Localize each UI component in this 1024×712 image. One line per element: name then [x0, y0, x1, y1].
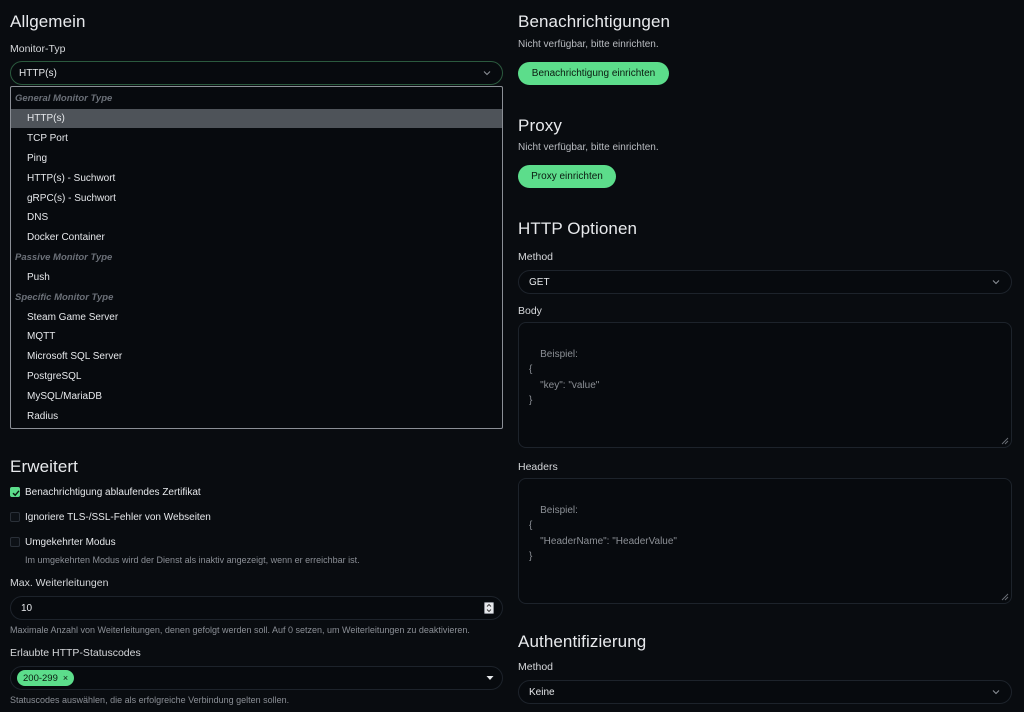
- http-options-heading: HTTP Optionen: [518, 219, 638, 238]
- http-method-value: GET: [529, 276, 550, 288]
- chevron-down-icon: [483, 71, 491, 76]
- dropdown-option[interactable]: Steam Game Server: [11, 307, 502, 327]
- max-redirects-label: Max. Weiterleitungen: [10, 577, 109, 589]
- http-method-select[interactable]: GET: [518, 270, 1012, 294]
- setup-proxy-button[interactable]: Proxy einrichten: [518, 165, 616, 188]
- dropdown-group-header: Specific Monitor Type: [15, 291, 114, 303]
- auth-method-label: Method: [518, 661, 554, 673]
- headers-placeholder: Beispiel: { "HeaderName": "HeaderValue" …: [529, 504, 677, 563]
- chevron-down-icon: [992, 690, 1000, 695]
- allgemein-heading: Allgemein: [10, 12, 86, 31]
- dropdown-option[interactable]: PostgreSQL: [11, 367, 502, 387]
- dropdown-option[interactable]: TCP Port: [11, 129, 502, 149]
- dropdown-option[interactable]: HTTP(s) - Suchwort: [11, 168, 502, 188]
- auth-method-value: Keine: [529, 686, 555, 698]
- dropdown-option[interactable]: DNS: [11, 208, 502, 228]
- notifications-heading: Benachrichtigungen: [518, 12, 671, 31]
- chevron-down-icon: [992, 280, 1000, 285]
- monitor-type-value: HTTP(s): [19, 67, 57, 79]
- max-redirects-value: 10: [21, 602, 33, 614]
- monitor-type-dropdown: General Monitor Type HTTP(s) TCP Port Ping H…: [10, 86, 503, 429]
- body-textarea[interactable]: Beispiel: { "key": "value" }: [518, 322, 1012, 448]
- dropdown-option[interactable]: gRPC(s) - Suchwort: [11, 188, 502, 208]
- auth-heading: Authentifizierung: [518, 632, 647, 651]
- cert-expiry-checkbox[interactable]: [10, 487, 20, 497]
- dropdown-option[interactable]: Docker Container: [11, 228, 502, 248]
- erweitert-heading: Erweitert: [10, 457, 78, 476]
- status-codes-hint: Statuscodes auswählen, die als erfolgrei…: [10, 695, 290, 705]
- headers-textarea[interactable]: Beispiel: { "HeaderName": "HeaderValue" …: [518, 478, 1012, 604]
- max-redirects-hint: Maximale Anzahl von Weiterleitungen, den…: [10, 625, 470, 635]
- check-icon: [12, 490, 20, 497]
- notifications-unavailable-text: Nicht verfügbar, bitte einrichten.: [518, 39, 659, 50]
- max-redirects-input[interactable]: 10: [10, 596, 503, 620]
- dropdown-group-header: General Monitor Type: [15, 93, 113, 105]
- dropdown-option[interactable]: Radius: [11, 407, 502, 427]
- ignore-tls-label: Ignoriere TLS-/SSL-Fehler von Webseiten: [25, 512, 211, 523]
- dropdown-option[interactable]: MQTT: [11, 327, 502, 347]
- http-method-label: Method: [518, 251, 554, 263]
- tag-remove-icon[interactable]: ×: [63, 673, 68, 683]
- upside-down-hint: Im umgekehrten Modus wird der Dienst als…: [25, 555, 360, 565]
- status-code-tag-label: 200-299: [23, 672, 58, 684]
- proxy-heading: Proxy: [518, 116, 562, 135]
- body-placeholder: Beispiel: { "key": "value" }: [529, 348, 600, 407]
- upside-down-checkbox[interactable]: [10, 537, 20, 547]
- dropdown-option[interactable]: Push: [11, 268, 502, 288]
- dropdown-option[interactable]: Ping: [11, 149, 502, 169]
- dropdown-option[interactable]: MySQL/MariaDB: [11, 387, 502, 407]
- status-codes-multiselect[interactable]: 200-299 ×: [10, 666, 503, 690]
- caret-down-icon[interactable]: [486, 675, 494, 681]
- body-label: Body: [518, 305, 542, 317]
- headers-label: Headers: [518, 461, 558, 473]
- resize-handle-icon[interactable]: [1001, 593, 1009, 601]
- status-code-tag: 200-299 ×: [17, 670, 75, 686]
- dropdown-group-header: Passive Monitor Type: [15, 252, 113, 264]
- monitor-type-label: Monitor-Typ: [10, 43, 66, 55]
- monitor-type-select[interactable]: HTTP(s): [10, 61, 503, 85]
- spinner-icon[interactable]: [484, 602, 494, 614]
- cert-expiry-label: Benachrichtigung ablaufendes Zertifikat: [25, 487, 201, 498]
- dropdown-option[interactable]: Microsoft SQL Server: [11, 347, 502, 367]
- upside-down-label: Umgekehrter Modus: [25, 537, 116, 548]
- resize-handle-icon[interactable]: [1001, 437, 1009, 445]
- status-codes-label: Erlaubte HTTP-Statuscodes: [10, 647, 141, 659]
- proxy-unavailable-text: Nicht verfügbar, bitte einrichten.: [518, 142, 659, 153]
- ignore-tls-checkbox[interactable]: [10, 512, 20, 522]
- dropdown-option[interactable]: HTTP(s): [11, 108, 502, 129]
- auth-method-select[interactable]: Keine: [518, 680, 1012, 704]
- setup-notification-button[interactable]: Benachrichtigung einrichten: [518, 62, 669, 85]
